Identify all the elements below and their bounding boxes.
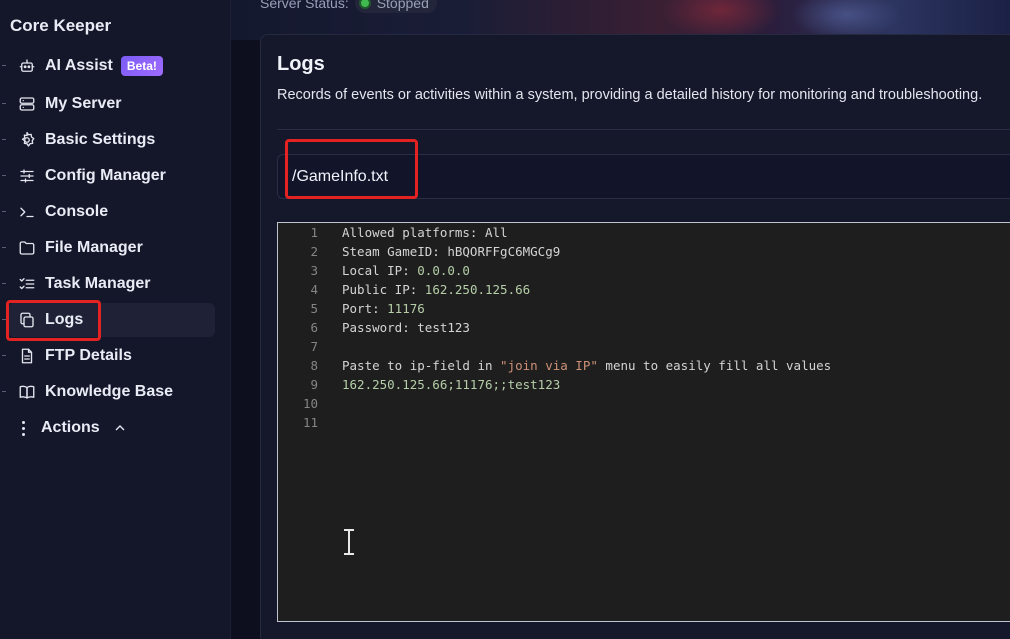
tree-connector [2, 391, 6, 392]
code-line: 4 Public IP: 162.250.125.66 [278, 280, 530, 299]
main-content: Server Status: Stopped Logs Records of e… [231, 0, 1010, 639]
robot-icon [18, 57, 36, 75]
tree-connector [2, 211, 6, 212]
gear-icon [18, 131, 36, 149]
actions-label: Actions [41, 419, 100, 436]
sidebar-item-task-manager[interactable]: Task Manager [2, 267, 215, 301]
code-value: 162.250.125.66 [424, 282, 531, 297]
tree-connector [2, 65, 6, 66]
sidebar-item-label: My Server [45, 95, 122, 112]
line-number: 8 [310, 358, 318, 373]
server-icon [18, 95, 36, 113]
line-number: 11 [302, 415, 318, 430]
code-key: Allowed platforms: [342, 225, 485, 240]
sidebar-item-label: File Manager [45, 239, 143, 256]
code-line: 10 [278, 394, 318, 413]
log-viewer[interactable]: 1 Allowed platforms: All 2 Steam GameID:… [277, 222, 1010, 622]
line-number: 5 [310, 301, 318, 316]
copy-icon [18, 311, 36, 329]
sidebar-item-label: Task Manager [45, 275, 151, 292]
beta-badge: Beta! [120, 56, 163, 76]
sidebar-item-knowledge-base[interactable]: Knowledge Base [2, 375, 215, 409]
status-value: Stopped [376, 0, 429, 11]
line-number: 4 [310, 282, 318, 297]
line-number: 10 [302, 396, 318, 411]
tree-connector [2, 355, 6, 356]
code-tail: menu to easily fill all values [597, 358, 832, 373]
file-path-label: /GameInfo.txt [292, 167, 389, 185]
folder-icon [18, 239, 36, 257]
status-dot-icon [358, 0, 371, 9]
code-line: 11 [278, 413, 318, 432]
code-line: 6 Password: test123 [278, 318, 470, 337]
code-line: 8 Paste to ip-field in "join via IP" men… [278, 356, 831, 375]
server-status-label: Server Status: [260, 0, 349, 11]
tree-connector [2, 175, 6, 176]
code-key: Paste to ip-field in [342, 358, 501, 373]
code-value: 162.250.125.66;11176;;test123 [342, 377, 561, 392]
checklist-icon [18, 275, 36, 293]
sidebar-item-file-manager[interactable]: File Manager [2, 231, 215, 265]
sidebar-item-logs[interactable]: Logs [2, 303, 215, 337]
sidebar-item-label: AI Assist [45, 57, 113, 74]
code-line: 2 Steam GameID: hBQORFFgC6MGCg9 [278, 242, 560, 261]
code-key: Steam GameID: [342, 244, 448, 259]
code-key: Port: [342, 301, 388, 316]
line-number: 2 [310, 244, 318, 259]
line-number: 3 [310, 263, 318, 278]
tree-connector [2, 247, 6, 248]
page-description: Records of events or activities within a… [277, 87, 983, 103]
book-icon [18, 383, 36, 401]
sidebar-item-label: Logs [45, 311, 84, 328]
code-line: 3 Local IP: 0.0.0.0 [278, 261, 470, 280]
more-vertical-icon [16, 420, 30, 436]
code-value: 0.0.0.0 [417, 263, 470, 278]
sidebar-item-config-manager[interactable]: Config Manager [2, 159, 215, 193]
log-file-selector[interactable]: /GameInfo.txt [277, 154, 1010, 199]
document-icon [18, 347, 36, 365]
sidebar-item-my-server[interactable]: My Server [2, 87, 215, 121]
sidebar-item-basic-settings[interactable]: Basic Settings [2, 123, 215, 157]
code-key: Public IP: [342, 282, 425, 297]
sidebar-item-ftp-details[interactable]: FTP Details [2, 339, 215, 373]
code-line: 9 162.250.125.66;11176;;test123 [278, 375, 560, 394]
brand-title: Core Keeper [10, 16, 112, 35]
tree-connector [2, 103, 6, 104]
line-number: 9 [310, 377, 318, 392]
server-status: Server Status: Stopped [260, 0, 437, 13]
page-title: Logs [277, 53, 325, 75]
status-badge: Stopped [354, 0, 437, 13]
code-value: test123 [417, 320, 470, 335]
sidebar-item-label: Basic Settings [45, 131, 156, 148]
code-value: hBQORFFgC6MGCg9 [447, 244, 561, 259]
sidebar: Core Keeper AI Assist Beta! My Server Ba… [0, 0, 231, 639]
sidebar-item-label: Knowledge Base [45, 383, 174, 400]
code-line: 5 Port: 11176 [278, 299, 425, 318]
actions-toggle[interactable]: Actions [16, 416, 128, 440]
sidebar-item-ai-assist[interactable]: AI Assist Beta! [2, 49, 215, 83]
code-key: Password: [342, 320, 418, 335]
text-cursor-icon [341, 528, 357, 556]
logs-card: Logs Records of events or activities wit… [260, 34, 1010, 639]
divider [277, 129, 1010, 130]
line-number: 7 [310, 339, 318, 354]
code-key: Local IP: [342, 263, 418, 278]
sidebar-item-label: Console [45, 203, 109, 220]
tree-connector [2, 319, 6, 320]
code-line: 7 [278, 337, 318, 356]
sliders-icon [18, 167, 36, 185]
code-string: "join via IP" [500, 358, 598, 373]
code-value: All [485, 225, 508, 240]
tree-connector [2, 139, 6, 140]
line-number: 6 [310, 320, 318, 335]
sidebar-item-label: FTP Details [45, 347, 132, 364]
code-value: 11176 [387, 301, 425, 316]
line-number: 1 [310, 225, 318, 240]
sidebar-item-label: Config Manager [45, 167, 166, 184]
code-line: 1 Allowed platforms: All [278, 223, 508, 242]
tree-connector [2, 283, 6, 284]
sidebar-item-console[interactable]: Console [2, 195, 215, 229]
chevron-up-icon [112, 420, 128, 436]
terminal-icon [18, 203, 36, 221]
